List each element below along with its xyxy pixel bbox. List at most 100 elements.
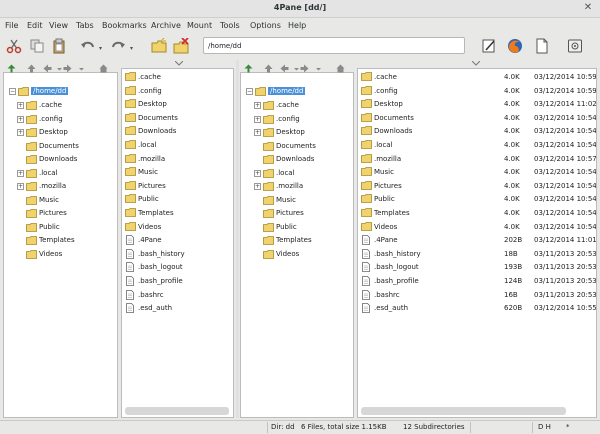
list-item[interactable]: Downloads xyxy=(122,125,233,138)
menu-mount[interactable]: Mount xyxy=(187,21,212,30)
file-name: Public xyxy=(138,195,159,204)
status-dir: Dir: dd xyxy=(271,423,295,431)
list-item[interactable]: .bashrc xyxy=(122,289,233,302)
redo-dropdown-icon[interactable]: ▾ xyxy=(130,45,133,52)
menu-tools[interactable]: Tools xyxy=(220,21,240,30)
delete-icon[interactable] xyxy=(173,38,189,54)
list-item[interactable]: Documents xyxy=(122,112,233,125)
undo-dropdown-icon[interactable]: ▾ xyxy=(99,45,102,52)
pane-splitter[interactable] xyxy=(236,60,239,418)
list-item[interactable]: Pictures xyxy=(122,180,233,193)
list-item[interactable]: Documents 4.0K 03/12/2014 10:54 xyxy=(358,112,596,125)
list-item[interactable]: .4Pane xyxy=(122,234,233,247)
right-file-list[interactable]: .cache 4.0K 03/12/2014 10:59 .config 4.0K 03/… xyxy=(357,68,597,418)
expand-icon[interactable]: + xyxy=(17,115,24,123)
list-item[interactable]: .bash_logout 193B 03/11/2013 20:53 xyxy=(358,261,596,274)
file-icon xyxy=(126,248,134,259)
list-item[interactable]: .local 4.0K 03/12/2014 10:54 xyxy=(358,139,596,152)
back-icon[interactable] xyxy=(280,64,289,73)
folder-icon xyxy=(361,85,372,95)
list-item[interactable]: Desktop xyxy=(122,98,233,111)
terminal-icon[interactable] xyxy=(567,38,583,54)
horizontal-scrollbar[interactable] xyxy=(125,407,229,415)
expand-icon[interactable]: + xyxy=(254,129,261,136)
cut-icon[interactable] xyxy=(6,38,22,54)
firefox-icon[interactable] xyxy=(507,38,523,54)
list-item[interactable]: .bash_history 18B 03/11/2013 20:53 xyxy=(358,248,596,261)
list-item[interactable]: .bash_history xyxy=(122,248,233,261)
list-item[interactable]: .esd_auth xyxy=(122,302,233,315)
new-document-icon[interactable] xyxy=(534,38,550,54)
list-item[interactable]: Videos xyxy=(122,221,233,234)
dropdown-icon[interactable] xyxy=(314,64,323,73)
copy-icon[interactable] xyxy=(29,38,45,54)
dropdown-icon[interactable] xyxy=(77,64,86,73)
list-item[interactable]: Templates xyxy=(122,207,233,220)
home-icon[interactable] xyxy=(336,64,345,73)
list-item[interactable]: Pictures 4.0K 03/12/2014 10:54 xyxy=(358,180,596,193)
list-item[interactable]: Public xyxy=(122,193,233,206)
list-item[interactable]: .local xyxy=(122,139,233,152)
tree-icon[interactable] xyxy=(7,64,16,73)
redo-icon[interactable] xyxy=(110,38,126,54)
list-item[interactable]: .mozilla 4.0K 03/12/2014 10:57 xyxy=(358,153,596,166)
list-item[interactable]: Music xyxy=(122,166,233,179)
up-icon[interactable] xyxy=(264,64,273,73)
expand-icon[interactable]: + xyxy=(254,169,261,177)
menu-archive[interactable]: Archive xyxy=(151,21,181,30)
new-folder-icon[interactable] xyxy=(151,38,167,54)
chevron-down-icon[interactable] xyxy=(472,61,480,66)
list-item[interactable]: .4Pane 202B 03/12/2014 11:01 xyxy=(358,234,596,247)
list-item[interactable]: .bash_profile 124B 03/11/2013 20:53 xyxy=(358,275,596,288)
collapse-icon[interactable]: − xyxy=(9,88,16,95)
list-item[interactable]: Public 4.0K 03/12/2014 10:54 xyxy=(358,193,596,206)
expand-icon[interactable]: + xyxy=(17,102,24,109)
left-tree-pane[interactable]: − /home/dd + .cache + .config + Desktop Document… xyxy=(3,72,118,418)
list-item[interactable]: .bash_logout xyxy=(122,261,233,274)
menu-tabs[interactable]: Tabs xyxy=(76,21,94,30)
paste-icon[interactable] xyxy=(51,38,67,54)
file-name: .config xyxy=(374,86,398,95)
list-item[interactable]: Music 4.0K 03/12/2014 10:54 xyxy=(358,166,596,179)
horizontal-scrollbar[interactable] xyxy=(361,407,566,415)
list-item[interactable]: .mozilla xyxy=(122,153,233,166)
close-icon[interactable]: ✕ xyxy=(582,2,594,14)
expand-icon[interactable]: + xyxy=(254,115,261,123)
menu-file[interactable]: File xyxy=(5,21,18,30)
list-item[interactable]: .bashrc 16B 03/11/2013 20:53 xyxy=(358,289,596,302)
list-item[interactable]: .cache xyxy=(122,71,233,84)
path-input[interactable] xyxy=(203,37,465,54)
menu-options[interactable]: Options xyxy=(250,21,281,30)
list-item[interactable]: Downloads 4.0K 03/12/2014 10:54 xyxy=(358,125,596,138)
expand-icon[interactable]: + xyxy=(17,169,24,177)
expand-icon[interactable]: + xyxy=(254,183,261,190)
list-item[interactable]: .config 4.0K 03/12/2014 10:59 xyxy=(358,85,596,98)
menu-bookmarks[interactable]: Bookmarks xyxy=(102,21,147,30)
list-item[interactable]: Desktop 4.0K 03/12/2014 11:02 xyxy=(358,98,596,111)
menu-view[interactable]: View xyxy=(49,21,68,30)
editor-icon[interactable] xyxy=(481,38,497,54)
chevron-down-icon[interactable] xyxy=(175,61,183,66)
list-item[interactable]: .bash_profile xyxy=(122,275,233,288)
menu-help[interactable]: Help xyxy=(288,21,306,30)
back-icon[interactable] xyxy=(43,64,52,73)
tree-icon[interactable] xyxy=(244,64,253,73)
left-file-list[interactable]: .cache .config Desktop Documents Downloads .l… xyxy=(121,68,234,418)
undo-icon[interactable] xyxy=(80,38,96,54)
list-item[interactable]: .esd_auth 620B 03/12/2014 10:55 xyxy=(358,302,596,315)
folder-icon xyxy=(263,155,274,164)
list-item[interactable]: .cache 4.0K 03/12/2014 10:59 xyxy=(358,71,596,84)
up-icon[interactable] xyxy=(27,64,36,73)
expand-icon[interactable]: + xyxy=(17,129,24,136)
forward-icon[interactable] xyxy=(63,64,72,73)
home-icon[interactable] xyxy=(99,64,108,73)
forward-icon[interactable] xyxy=(300,64,309,73)
expand-icon[interactable]: + xyxy=(17,183,24,190)
list-item[interactable]: .config xyxy=(122,85,233,98)
expand-icon[interactable]: + xyxy=(254,102,261,109)
collapse-icon[interactable]: − xyxy=(246,88,253,95)
list-item[interactable]: Templates 4.0K 03/12/2014 10:54 xyxy=(358,207,596,220)
right-tree-pane[interactable]: − /home/dd + .cache + .config + Desktop Document… xyxy=(240,72,354,418)
list-item[interactable]: Videos 4.0K 03/12/2014 10:54 xyxy=(358,221,596,234)
menu-edit[interactable]: Edit xyxy=(27,21,43,30)
